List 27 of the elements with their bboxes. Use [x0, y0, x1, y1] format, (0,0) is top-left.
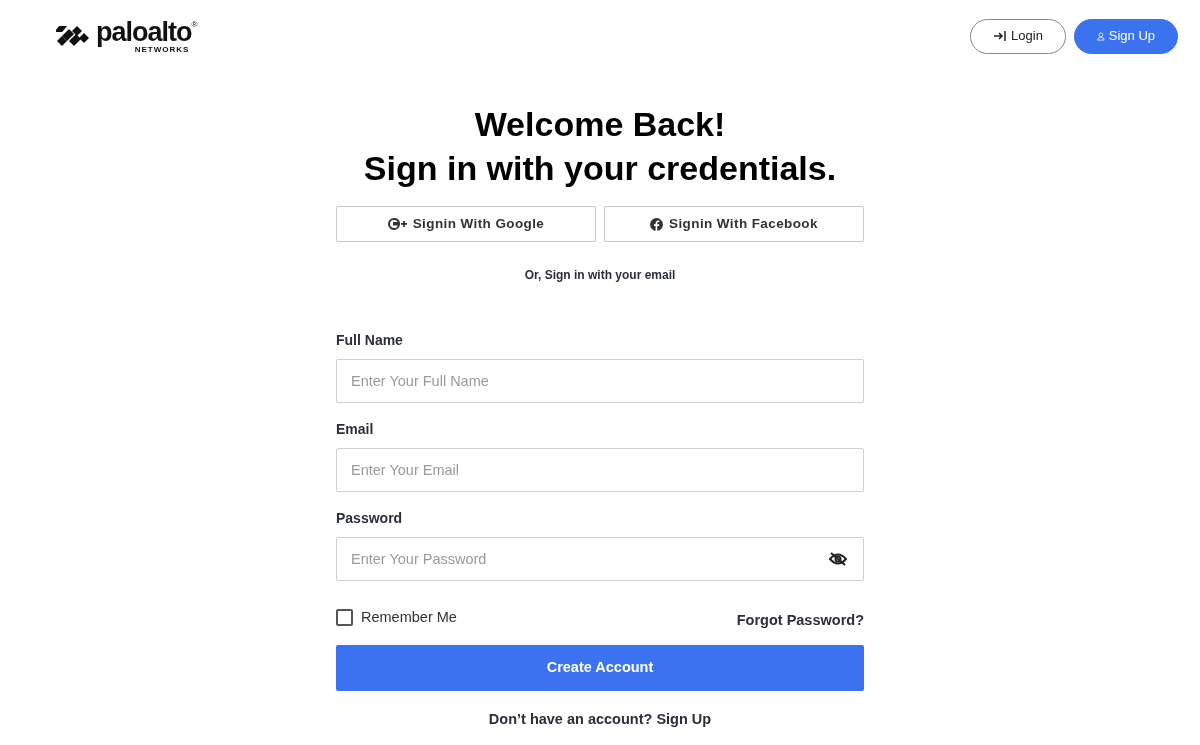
- logo-subtitle: NETWORKS: [134, 45, 190, 54]
- name-field[interactable]: Enter Your Full Name: [336, 359, 864, 403]
- login-button[interactable]: Login: [970, 18, 1066, 54]
- email-field[interactable]: Enter Your Email: [336, 448, 864, 492]
- logo-icon: [56, 25, 92, 47]
- forgot-password-link[interactable]: Forgot Password?: [736, 610, 864, 632]
- create-account-button[interactable]: Create Account: [336, 644, 864, 691]
- field-label: Password: [336, 509, 404, 528]
- checkbox-label: Remember Me: [361, 608, 457, 627]
- facebook-icon: [650, 217, 664, 231]
- facebook-signin-button[interactable]: Signin With Facebook: [604, 206, 864, 242]
- divider-text: Or, Sign in with your email: [524, 268, 676, 282]
- logo-wordmark: paloalto: [96, 18, 192, 46]
- signup-prompt: Don’t have an account? Sign Up: [488, 710, 712, 727]
- registered-mark: ®: [191, 18, 198, 29]
- field-label: Full Name: [336, 331, 404, 350]
- signup-button[interactable]: Sign Up: [1074, 18, 1178, 54]
- google-signin-button[interactable]: Signin With Google: [336, 206, 596, 242]
- remember-checkbox[interactable]: [336, 609, 353, 627]
- page-heading: Welcome Back!: [473, 104, 727, 145]
- password-field[interactable]: Enter Your Password: [336, 537, 864, 581]
- eye-slash-icon[interactable]: [829, 552, 847, 566]
- google-plus-icon: [387, 218, 407, 230]
- page-heading: Sign in with your credentials.: [362, 148, 838, 189]
- signup-link[interactable]: Sign Up: [656, 710, 712, 727]
- field-label: Email: [336, 420, 375, 439]
- login-arrow-icon: [993, 30, 1008, 42]
